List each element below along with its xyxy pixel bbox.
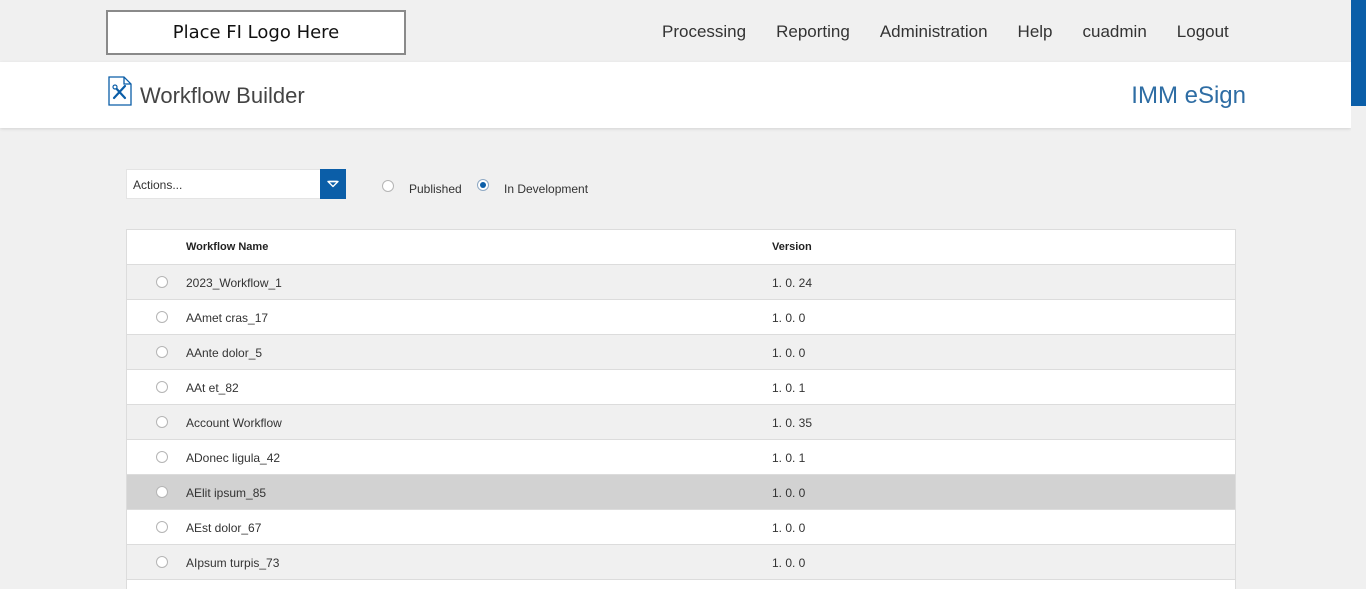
workflow-name-cell: AEst dolor_67: [186, 521, 262, 535]
product-name: IMM eSign: [1131, 82, 1246, 109]
main-nav: Processing Reporting Administration Help…: [662, 22, 1229, 42]
actions-dropdown-label: Actions...: [133, 178, 183, 192]
page-title: Workflow Builder: [140, 83, 305, 108]
table-row[interactable]: ADonec ligula_42 1. 0. 1: [127, 440, 1235, 475]
table-row[interactable]: AAt et_82 1. 0. 1: [127, 370, 1235, 405]
version-cell: 1. 0. 0: [772, 311, 806, 325]
workflow-name-cell: Account Workflow: [186, 416, 282, 430]
column-header-workflow-name[interactable]: Workflow Name: [186, 241, 268, 253]
version-cell: 1. 0. 24: [772, 276, 813, 290]
row-select-radio[interactable]: [156, 311, 168, 323]
table-row[interactable]: AAmet cras_17 1. 0. 0: [127, 300, 1235, 335]
filter-in-development-radio[interactable]: [477, 179, 489, 191]
nav-help[interactable]: Help: [1018, 22, 1053, 42]
row-select-radio[interactable]: [156, 556, 168, 568]
fi-logo-placeholder: Place FI Logo Here: [106, 10, 406, 55]
nav-user-menu[interactable]: cuadmin: [1083, 22, 1147, 42]
workflow-table: Workflow Name Version 2023_Workflow_1 1.…: [126, 229, 1236, 589]
version-cell: 1. 0. 0: [772, 521, 806, 535]
nav-administration[interactable]: Administration: [880, 22, 988, 42]
actions-dropdown[interactable]: Actions...: [126, 169, 346, 199]
table-header: Workflow Name Version: [127, 230, 1235, 265]
version-cell: 1. 0. 1: [772, 381, 806, 395]
row-select-radio[interactable]: [156, 521, 168, 533]
filter-published-label[interactable]: Published: [409, 182, 462, 196]
workflow-tools-icon: [108, 76, 132, 106]
row-select-radio[interactable]: [156, 276, 168, 288]
row-select-radio[interactable]: [156, 486, 168, 498]
version-cell: 1. 0. 0: [772, 556, 806, 570]
row-select-radio[interactable]: [156, 346, 168, 358]
page-header: Workflow Builder IMM eSign: [0, 62, 1351, 128]
workflow-name-cell: AAmet cras_17: [186, 311, 269, 325]
workflow-name-cell: ADonec ligula_42: [186, 451, 281, 465]
column-header-version[interactable]: Version: [772, 241, 812, 253]
version-cell: 1. 0. 0: [772, 486, 806, 500]
nav-processing[interactable]: Processing: [662, 22, 746, 42]
top-bar: Place FI Logo Here Processing Reporting …: [0, 0, 1351, 62]
chevron-down-icon: [327, 180, 339, 188]
workflow-name-cell: AIpsum turpis_73: [186, 556, 280, 570]
workflow-name-cell: 2023_Workflow_1: [186, 276, 282, 290]
row-select-radio[interactable]: [156, 451, 168, 463]
version-cell: 1. 0. 1: [772, 451, 806, 465]
table-row[interactable]: AIpsum turpis_73 1. 0. 0: [127, 545, 1235, 580]
filter-published-radio[interactable]: [382, 180, 394, 192]
row-select-radio[interactable]: [156, 416, 168, 428]
table-row[interactable]: AAnte dolor_5 1. 0. 0: [127, 335, 1235, 370]
actions-dropdown-button[interactable]: [320, 169, 346, 199]
vertical-scrollbar-thumb[interactable]: [1351, 0, 1366, 106]
version-cell: 1. 0. 0: [772, 346, 806, 360]
workflow-name-cell: AAt et_82: [186, 381, 239, 395]
table-row-hovered[interactable]: AElit ipsum_85 1. 0. 0: [127, 475, 1235, 510]
workflow-name-cell: AAnte dolor_5: [186, 346, 263, 360]
nav-logout[interactable]: Logout: [1177, 22, 1229, 42]
workflow-name-cell: AElit ipsum_85: [186, 486, 267, 500]
filter-in-development-label[interactable]: In Development: [504, 182, 588, 196]
table-row[interactable]: 2023_Workflow_1 1. 0. 24: [127, 265, 1235, 300]
table-row[interactable]: Account Workflow 1. 0. 35: [127, 405, 1235, 440]
version-cell: 1. 0. 35: [772, 416, 813, 430]
nav-reporting[interactable]: Reporting: [776, 22, 850, 42]
table-row[interactable]: AEst dolor_67 1. 0. 0: [127, 510, 1235, 545]
row-select-radio[interactable]: [156, 381, 168, 393]
